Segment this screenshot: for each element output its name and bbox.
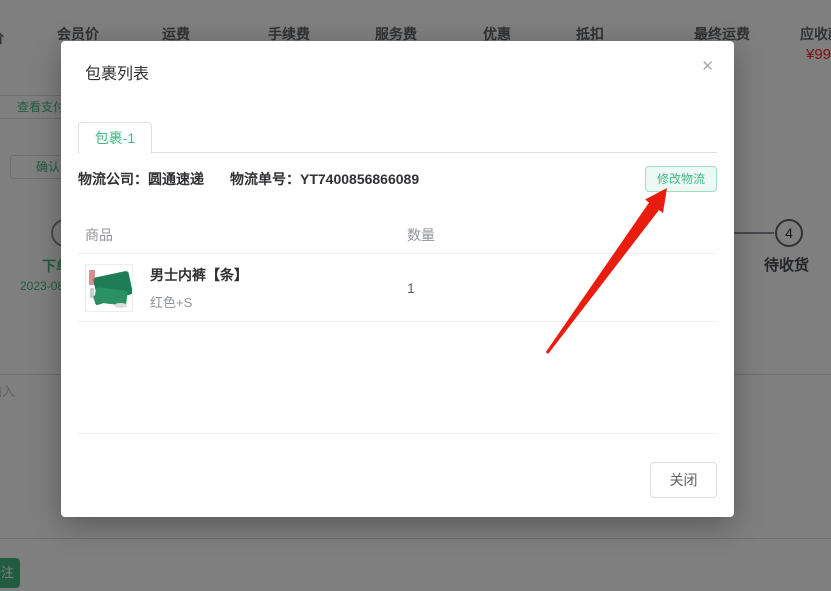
tracking-number-value: YT7400856866089 [300, 171, 419, 187]
package-items-table: 商品 数量 男士内裤【条】 红色+S 1 [78, 216, 717, 434]
table-header-product: 商品 [78, 225, 405, 245]
table-header-row: 商品 数量 [78, 216, 717, 254]
edit-logistics-button[interactable]: 修改物流 [645, 166, 717, 192]
logistics-company-label: 物流公司： [78, 171, 148, 187]
tracking-number-label: 物流单号： [230, 171, 300, 187]
logistics-row: 物流公司：圆通速递 物流单号：YT7400856866089 修改物流 [78, 165, 717, 193]
close-icon[interactable]: ✕ [697, 53, 718, 79]
logistics-info: 物流公司：圆通速递 物流单号：YT7400856866089 [78, 169, 419, 189]
table-header-quantity: 数量 [405, 225, 717, 245]
product-info: 男士内裤【条】 红色+S [150, 265, 248, 311]
package-tabbar: 包裹-1 [78, 122, 717, 153]
product-quantity: 1 [405, 280, 717, 296]
table-empty-area [78, 322, 717, 434]
product-name: 男士内裤【条】 [150, 265, 248, 285]
dialog-title: 包裹列表 [85, 60, 149, 84]
tab-package-1[interactable]: 包裹-1 [78, 122, 152, 154]
product-image [85, 264, 133, 312]
logistics-company-value: 圆通速递 [148, 171, 204, 187]
table-row: 男士内裤【条】 红色+S 1 [78, 254, 717, 322]
product-cell: 男士内裤【条】 红色+S [78, 264, 405, 312]
order-detail-page: { "background": { "header_columns": ["会员… [0, 0, 831, 591]
close-dialog-button[interactable]: 关闭 [650, 462, 717, 498]
product-image-shadow [114, 303, 127, 308]
product-spec: 红色+S [150, 292, 248, 311]
package-list-dialog: 包裹列表 ✕ 包裹-1 物流公司：圆通速递 物流单号：YT740085686608… [61, 41, 734, 517]
